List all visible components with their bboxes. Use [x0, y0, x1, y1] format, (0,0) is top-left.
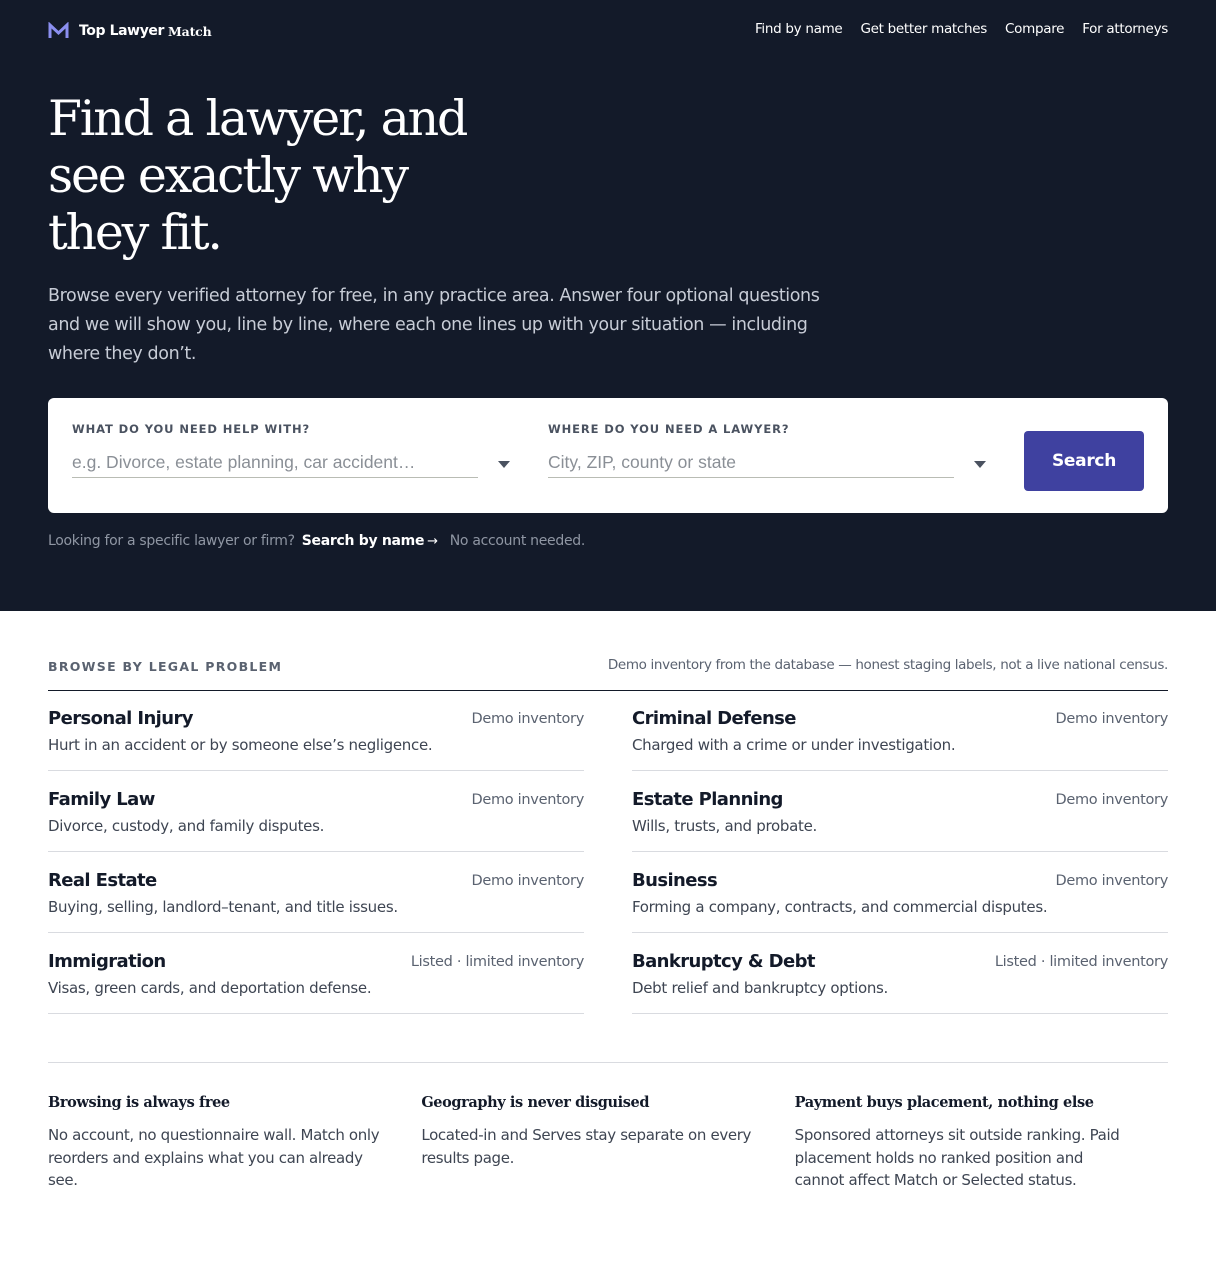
section-divider: [48, 1062, 1168, 1063]
search-by-name-link[interactable]: Search by name: [302, 533, 425, 549]
problem-label: WHAT DO YOU NEED HELP WITH?: [72, 422, 311, 436]
hint-text: Looking for a specific lawyer or firm?: [48, 533, 295, 549]
category-title: Family Law: [48, 789, 155, 810]
category-description: Divorce, custody, and family disputes.: [48, 817, 325, 835]
category-card[interactable]: Family Law Demo inventory Divorce, custo…: [48, 771, 584, 852]
category-description: Hurt in an accident or by someone else’s…: [48, 736, 433, 754]
category-card[interactable]: Estate Planning Demo inventory Wills, tr…: [632, 771, 1168, 852]
category-status: Demo inventory: [471, 873, 584, 889]
category-status: Demo inventory: [1055, 873, 1168, 889]
principles-row: Browsing is always free No account, no q…: [48, 1094, 1168, 1192]
problem-input-wrap: [72, 449, 510, 478]
category-card[interactable]: Criminal Defense Demo inventory Charged …: [632, 690, 1168, 771]
location-label: WHERE DO YOU NEED A LAWYER?: [548, 422, 790, 436]
nav-find-by-name[interactable]: Find by name: [755, 21, 843, 37]
principle-body: No account, no questionnaire wall. Match…: [48, 1126, 380, 1189]
principle-item: Payment buys placement, nothing else Spo…: [795, 1094, 1168, 1192]
location-field: WHERE DO YOU NEED A LAWYER?: [548, 422, 986, 478]
search-card: WHAT DO YOU NEED HELP WITH? WHERE DO YOU…: [48, 398, 1168, 513]
category-description: Charged with a crime or under investigat…: [632, 736, 956, 754]
category-title: Criminal Defense: [632, 708, 797, 729]
category-status: Demo inventory: [1055, 792, 1168, 808]
category-title: Personal Injury: [48, 708, 193, 729]
chevron-down-icon[interactable]: [974, 461, 986, 468]
category-description: Forming a company, contracts, and commer…: [632, 898, 1048, 916]
browse-note: Demo inventory from the database — hones…: [607, 657, 1169, 673]
category-status: Demo inventory: [471, 792, 584, 808]
category-card[interactable]: Real Estate Demo inventory Buying, selli…: [48, 852, 584, 933]
category-card[interactable]: Bankruptcy & Debt Listed · limited inven…: [632, 933, 1168, 1014]
hero-subtext: Browse every verified attorney for free,…: [48, 286, 820, 364]
problem-input[interactable]: [72, 449, 478, 475]
category-title: Bankruptcy & Debt: [632, 951, 816, 972]
category-description: Visas, green cards, and deportation defe…: [48, 979, 372, 997]
category-status: Demo inventory: [471, 711, 584, 727]
chevron-down-icon[interactable]: [498, 461, 510, 468]
principle-item: Browsing is always free No account, no q…: [48, 1094, 421, 1192]
problem-field: WHAT DO YOU NEED HELP WITH?: [72, 422, 510, 478]
category-title: Real Estate: [48, 870, 157, 891]
brand-name: Top Lawyer: [79, 23, 165, 39]
m-logo-icon: [48, 22, 69, 38]
category-title: Immigration: [48, 951, 166, 972]
category-status: Listed · limited inventory: [994, 954, 1168, 970]
principle-body: Sponsored attorneys sit outside ranking.…: [794, 1126, 1120, 1189]
category-card[interactable]: Business Demo inventory Forming a compan…: [632, 852, 1168, 933]
brand-suffix: Match: [168, 23, 212, 39]
browse-title: BROWSE BY LEGAL PROBLEM: [48, 659, 283, 674]
principle-body: Located-in and Serves stay separate on e…: [421, 1126, 752, 1167]
category-title: Estate Planning: [632, 789, 783, 810]
principle-item: Geography is never disguised Located-in …: [421, 1094, 794, 1192]
browse-header: BROWSE BY LEGAL PROBLEM Demo inventory f…: [48, 655, 1168, 691]
page-headline: Find a lawyer, and see exactly why they …: [48, 90, 468, 261]
search-button[interactable]: Search: [1024, 431, 1144, 491]
category-description: Debt relief and bankruptcy options.: [632, 979, 889, 997]
brand-logo[interactable]: Top Lawyer Match: [48, 19, 212, 43]
nav-get-better-matches[interactable]: Get better matches: [860, 21, 987, 37]
arrow-right-icon[interactable]: →: [427, 534, 438, 549]
principle-title: Browsing is always free: [48, 1094, 230, 1111]
category-card[interactable]: Personal Injury Demo inventory Hurt in a…: [48, 690, 584, 771]
search-hint: Looking for a specific lawyer or firm? S…: [48, 533, 585, 549]
category-card[interactable]: Immigration Listed · limited inventory V…: [48, 933, 584, 1014]
principle-title: Geography is never disguised: [421, 1094, 650, 1111]
nav-for-attorneys[interactable]: For attorneys: [1082, 21, 1168, 37]
hint-note: No account needed.: [449, 533, 586, 549]
location-input[interactable]: [548, 449, 954, 475]
category-status: Listed · limited inventory: [410, 954, 584, 970]
category-description: Buying, selling, landlord–tenant, and ti…: [48, 898, 398, 916]
category-grid: Personal Injury Demo inventory Hurt in a…: [48, 690, 1168, 1014]
category-title: Business: [632, 870, 718, 891]
principle-title: Payment buys placement, nothing else: [794, 1094, 1094, 1111]
top-nav: Find by name Get better matches Compare …: [755, 21, 1168, 37]
hero-section: Top Lawyer Match Find by name Get better…: [0, 0, 1216, 611]
nav-compare[interactable]: Compare: [1005, 21, 1064, 37]
category-status: Demo inventory: [1055, 711, 1168, 727]
location-input-wrap: [548, 449, 986, 478]
category-description: Wills, trusts, and probate.: [632, 817, 817, 835]
